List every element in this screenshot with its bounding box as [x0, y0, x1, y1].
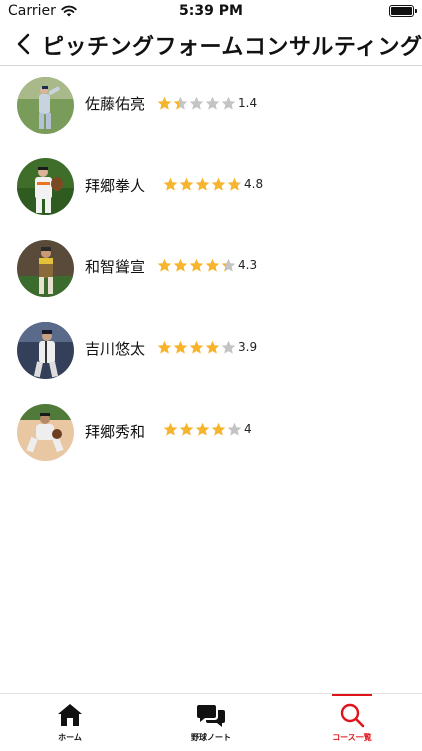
star-icon	[189, 96, 204, 110]
player-name: 吉川悠太	[85, 340, 146, 358]
star-icon	[189, 258, 204, 272]
star-icon	[173, 258, 188, 272]
tab-baseball-notes[interactable]: 野球ノート	[141, 694, 281, 751]
star-icon	[227, 177, 242, 191]
star-icon	[173, 340, 188, 354]
star-icon	[211, 422, 226, 436]
status-time: 5:39 PM	[179, 3, 243, 19]
rating-stars	[157, 340, 236, 355]
star-icon	[179, 422, 194, 436]
list-item[interactable]: 和智聳宣 4.3	[0, 229, 422, 309]
star-icon	[221, 340, 236, 354]
tab-course-list[interactable]: コース一覧	[282, 694, 422, 751]
rating-stars	[163, 177, 242, 192]
list-item[interactable]: 佐藤佑亮 1.4	[0, 66, 422, 146]
star-icon	[163, 422, 178, 436]
tab-label: ホーム	[58, 733, 82, 742]
player-name: 佐藤佑亮	[85, 95, 146, 113]
list-item[interactable]: 吉川悠太 3.9	[0, 311, 422, 391]
star-icon	[205, 340, 220, 354]
tab-bar: ホーム 野球ノート コース一覧	[0, 693, 422, 750]
star-icon	[211, 177, 226, 191]
avatar	[17, 322, 74, 379]
star-icon	[221, 258, 236, 272]
star-icon	[179, 177, 194, 191]
rating-stars	[157, 258, 236, 273]
tab-home[interactable]: ホーム	[0, 694, 140, 751]
star-icon	[205, 96, 220, 110]
back-button[interactable]	[10, 28, 36, 60]
player-name: 拜郷拳人	[85, 177, 146, 195]
list-item[interactable]: 拜郷拳人 4.8	[0, 147, 422, 227]
star-icon	[157, 258, 172, 272]
tab-label: 野球ノート	[191, 733, 231, 742]
avatar	[17, 77, 74, 134]
avatar	[17, 240, 74, 297]
rating-value: 3.9	[238, 340, 258, 354]
rating-stars	[157, 96, 236, 111]
rating-stars	[163, 422, 242, 437]
star-icon	[173, 96, 188, 110]
home-icon	[58, 704, 82, 726]
player-name: 拜郷秀和	[85, 423, 146, 441]
star-icon	[195, 177, 210, 191]
tab-label: コース一覧	[332, 733, 372, 742]
chevron-left-icon	[17, 33, 30, 55]
search-icon	[340, 703, 365, 728]
chat-bubbles-icon	[197, 705, 225, 727]
star-icon	[157, 340, 172, 354]
battery-icon	[389, 5, 417, 17]
avatar	[17, 158, 74, 215]
page-title: ピッチングフォームコンサルティングコース	[42, 35, 422, 60]
rating-value: 4.3	[238, 258, 258, 272]
star-icon	[227, 422, 242, 436]
navigation-bar: ピッチングフォームコンサルティングコース	[0, 22, 422, 66]
star-icon	[195, 422, 210, 436]
status-bar: Carrier 5:39 PM	[0, 0, 422, 22]
star-icon	[205, 258, 220, 272]
star-icon	[157, 96, 172, 110]
player-name: 和智聳宣	[85, 258, 146, 276]
list-item[interactable]: 拜郷秀和 4	[0, 393, 422, 473]
avatar	[17, 404, 74, 461]
rating-value: 4.8	[244, 177, 264, 191]
star-icon	[163, 177, 178, 191]
rating-value: 4	[244, 422, 252, 436]
star-icon	[221, 96, 236, 110]
rating-value: 1.4	[238, 96, 258, 110]
star-icon	[189, 340, 204, 354]
